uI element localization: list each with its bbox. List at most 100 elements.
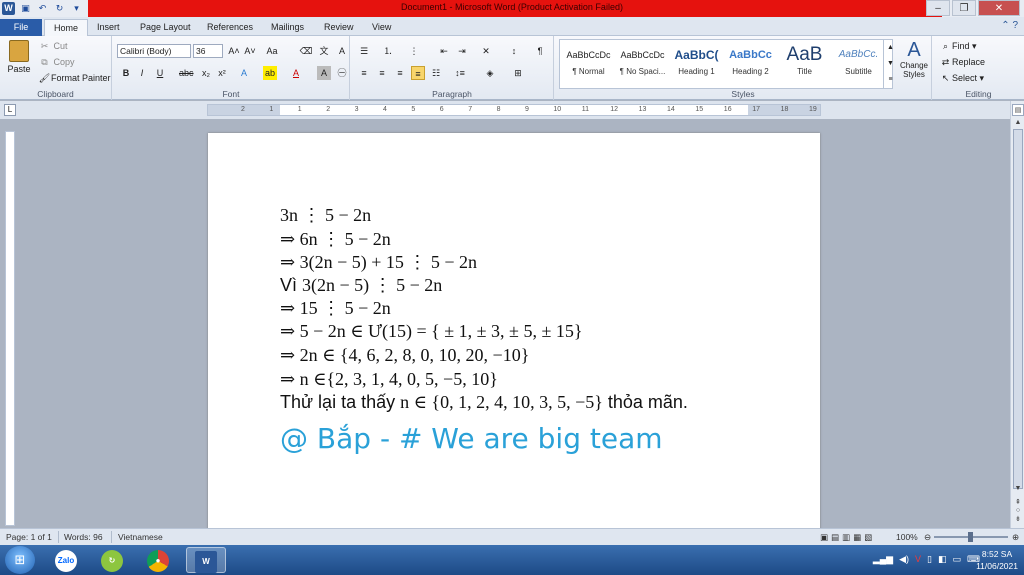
style-title[interactable]: AaB Title: [777, 43, 832, 83]
green-app[interactable]: ↻: [92, 547, 132, 573]
ruler-tick-label: 2: [326, 106, 331, 113]
find-button[interactable]: ⌕ Find ▾: [939, 40, 977, 53]
italic-icon[interactable]: I: [135, 66, 149, 80]
tab-mailings[interactable]: Mailings: [262, 19, 313, 36]
style-heading-2[interactable]: AaBbCc Heading 2: [723, 43, 778, 83]
system-tray: ▂▄▆ ◀) V ▯ ◧ ▭ ⌨: [873, 554, 980, 565]
language[interactable]: Vietnamese: [118, 532, 163, 542]
document-page[interactable]: 3n ⋮ 5 − 2n ⇒ 6n ⋮ 5 − 2n ⇒ 3(2n − 5) + …: [208, 133, 820, 533]
increase-indent-icon[interactable]: ⇥: [455, 44, 469, 58]
borders-icon[interactable]: ⊞: [511, 66, 525, 80]
style-heading-1[interactable]: AaBbC( Heading 1: [669, 43, 724, 83]
paste-button[interactable]: Paste: [6, 40, 32, 74]
change-styles-button[interactable]: A Change Styles: [897, 39, 931, 79]
grow-font-icon[interactable]: A˄: [227, 44, 241, 58]
view-ruler-icon[interactable]: ▤: [1012, 104, 1024, 116]
style-subtitle[interactable]: AaBbCc. Subtitle: [831, 43, 886, 83]
align-right-icon[interactable]: ≡: [393, 66, 407, 80]
restore-button[interactable]: ❐: [952, 0, 976, 16]
tab-selector-icon[interactable]: L: [4, 104, 16, 116]
next-page-icon[interactable]: ⇟: [1012, 514, 1024, 526]
style-no-spacing[interactable]: AaBbCcDc ¶ No Spaci...: [615, 43, 670, 83]
math-line-2: ⇒ 6n ⋮ 5 − 2n: [280, 229, 391, 249]
subscript-icon[interactable]: x₂: [199, 66, 213, 80]
device-icon[interactable]: ▯: [927, 554, 932, 565]
superscript-icon[interactable]: x²: [215, 66, 229, 80]
underline-icon[interactable]: U: [153, 66, 167, 80]
bullets-icon[interactable]: ☰: [357, 44, 371, 58]
align-center-icon[interactable]: ≡: [375, 66, 389, 80]
zoom-level[interactable]: 100%: [896, 532, 918, 542]
zoom-out-icon[interactable]: ⊖: [924, 532, 931, 543]
help-icon[interactable]: ⌃ ?: [1001, 20, 1018, 31]
font-family-select[interactable]: Calibri (Body): [117, 44, 191, 58]
close-button[interactable]: ✕: [978, 0, 1020, 16]
cursor-icon: ↖: [941, 73, 950, 83]
zalo-app[interactable]: Zalo: [46, 547, 86, 573]
character-border-icon[interactable]: A: [335, 44, 349, 58]
scroll-down-icon[interactable]: ▼: [1012, 483, 1024, 495]
align-left-icon[interactable]: ≡: [357, 66, 371, 80]
styles-scroll-icon[interactable]: ▲ ▼ ≡: [883, 40, 897, 88]
tab-file[interactable]: File: [0, 19, 42, 36]
horizontal-ruler[interactable]: 2 1 1 2 3 4 5 6 7 8 9 10 11 12 13 14 15 16 17 18 19: [207, 104, 821, 116]
tab-references[interactable]: References: [198, 19, 262, 36]
bold-icon[interactable]: B: [119, 66, 133, 80]
battery-icon[interactable]: ▭: [952, 554, 961, 565]
vivaldi-icon[interactable]: V: [915, 554, 921, 565]
asian-layout-icon[interactable]: ✕: [479, 44, 493, 58]
sort-icon[interactable]: ↕: [507, 44, 521, 58]
show-formatting-icon[interactable]: ¶: [533, 44, 547, 58]
ruler-tick-label: 1: [297, 106, 302, 113]
numbering-icon[interactable]: ⒈: [381, 44, 395, 58]
clear-formatting-icon[interactable]: ⌫: [299, 44, 313, 58]
justify-icon[interactable]: ≡: [411, 66, 425, 80]
strikethrough-icon[interactable]: abc: [179, 66, 194, 80]
shrink-font-icon[interactable]: A˅: [243, 44, 257, 58]
phonetic-guide-icon[interactable]: 文: [317, 44, 331, 58]
tab-review[interactable]: Review: [315, 19, 363, 36]
vertical-ruler: [5, 131, 15, 526]
text-effects-icon[interactable]: A: [237, 66, 251, 80]
select-button[interactable]: ↖ Select ▾: [939, 72, 984, 85]
page-count[interactable]: Page: 1 of 1: [6, 532, 52, 542]
vertical-scrollbar[interactable]: ▤ ▲ ▼ ⇞ ○ ⇟: [1010, 101, 1024, 528]
scroll-up-icon[interactable]: ▲: [1012, 117, 1024, 129]
tab-view[interactable]: View: [363, 19, 400, 36]
signal-icon[interactable]: ▂▄▆: [873, 554, 893, 565]
view-buttons-icon[interactable]: ▣▤▥▦▧: [820, 532, 875, 543]
start-button-icon[interactable]: ⊞: [5, 546, 35, 574]
volume-icon[interactable]: ◀): [899, 554, 909, 565]
format-painter-button[interactable]: 🖌Format Painter: [38, 72, 111, 85]
network-icon[interactable]: ◧: [938, 554, 947, 565]
shading-icon[interactable]: ◈: [483, 66, 497, 80]
style-normal[interactable]: AaBbCcDc ¶ Normal: [561, 43, 616, 83]
character-shading-icon[interactable]: A: [317, 66, 331, 80]
zoom-slider-handle[interactable]: [968, 532, 973, 542]
tab-home[interactable]: Home: [44, 19, 89, 36]
zoom-in-icon[interactable]: ⊕: [1012, 532, 1019, 543]
style-heading-2-preview: AaBbCc: [729, 49, 772, 61]
highlight-icon[interactable]: ab: [263, 66, 277, 80]
clock[interactable]: 8:52 SA 11/06/2021: [976, 548, 1018, 572]
decrease-indent-icon[interactable]: ⇤: [437, 44, 451, 58]
tab-insert[interactable]: Insert: [88, 19, 129, 36]
replace-button[interactable]: ⇄ Replace: [939, 56, 985, 69]
font-size-select[interactable]: 36: [193, 44, 223, 58]
minimize-button[interactable]: –: [926, 0, 950, 16]
multilevel-list-icon[interactable]: ⋮: [407, 44, 421, 58]
enclose-characters-icon[interactable]: ㊀: [335, 66, 349, 80]
change-case-icon[interactable]: Aa: [265, 44, 279, 58]
status-separator: [58, 531, 59, 543]
scroll-thumb[interactable]: [1013, 129, 1023, 489]
copy-button[interactable]: ⧉ Copy: [38, 56, 74, 69]
chrome-app[interactable]: ●: [138, 547, 178, 573]
cut-button[interactable]: ✂ Cut: [38, 40, 68, 53]
font-color-icon[interactable]: A: [289, 66, 303, 80]
distributed-icon[interactable]: ☷: [429, 66, 443, 80]
tab-page-layout[interactable]: Page Layout: [131, 19, 200, 36]
line-spacing-icon[interactable]: ↕≡: [453, 66, 467, 80]
word-app[interactable]: W: [186, 547, 226, 573]
style-heading-1-label: Heading 1: [678, 67, 715, 76]
word-count[interactable]: Words: 96: [64, 532, 103, 542]
